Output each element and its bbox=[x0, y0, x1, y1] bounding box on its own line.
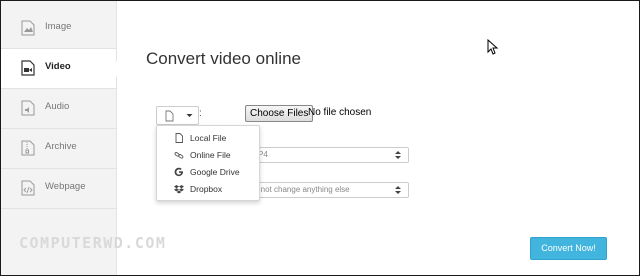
source-label-colon: : bbox=[199, 108, 202, 119]
menu-item-dropbox[interactable]: Dropbox bbox=[157, 181, 259, 197]
dropbox-icon bbox=[174, 185, 184, 194]
active-indicator bbox=[116, 61, 124, 77]
file-icon bbox=[175, 133, 183, 143]
source-dropdown-toggle[interactable] bbox=[181, 106, 199, 125]
google-icon bbox=[174, 167, 183, 177]
source-file-button[interactable] bbox=[156, 106, 182, 125]
webpage-file-icon bbox=[21, 180, 35, 196]
audio-file-icon bbox=[21, 100, 35, 116]
file-status-text: No file chosen bbox=[308, 107, 372, 118]
sidebar-item-label: Webpage bbox=[45, 181, 86, 192]
video-file-icon bbox=[21, 60, 35, 76]
sidebar-item-image[interactable]: Image bbox=[1, 9, 116, 49]
menu-item-online-file[interactable]: Online File bbox=[157, 147, 259, 163]
updown-arrows-icon bbox=[395, 186, 401, 194]
sidebar-item-archive[interactable]: Archive bbox=[1, 129, 116, 169]
link-icon bbox=[174, 152, 184, 159]
archive-file-icon bbox=[21, 140, 35, 156]
menu-item-local-file[interactable]: Local File bbox=[157, 130, 259, 146]
options-value: o not change anything else bbox=[254, 185, 350, 194]
mouse-cursor-icon bbox=[487, 39, 499, 55]
sidebar-item-label: Audio bbox=[45, 101, 70, 112]
menu-item-label: Local File bbox=[190, 133, 227, 143]
sidebar-item-audio[interactable]: Audio bbox=[1, 89, 116, 129]
image-file-icon bbox=[21, 20, 35, 36]
options-select[interactable]: o not change anything else bbox=[247, 182, 409, 198]
sidebar-item-label: Video bbox=[45, 61, 71, 72]
sidebar-item-webpage[interactable]: Webpage bbox=[1, 169, 116, 209]
watermark-logo: COMPUTERWD.COM bbox=[19, 234, 167, 252]
target-format-select[interactable]: P4 bbox=[247, 147, 409, 163]
menu-item-google-drive[interactable]: Google Drive bbox=[157, 164, 259, 180]
app-frame: Image Video Audio Archive Webpage Conver… bbox=[0, 0, 640, 276]
choose-files-button[interactable]: Choose Files bbox=[245, 105, 314, 122]
menu-item-label: Online File bbox=[190, 150, 231, 160]
page-title: Convert video online bbox=[146, 49, 301, 68]
updown-arrows-icon bbox=[395, 151, 401, 159]
caret-down-icon bbox=[186, 114, 193, 117]
convert-now-button[interactable]: Convert Now! bbox=[530, 237, 607, 260]
sidebar-item-label: Archive bbox=[45, 141, 77, 152]
sidebar-item-video[interactable]: Video bbox=[1, 49, 124, 89]
file-icon bbox=[165, 110, 174, 122]
source-dropdown-menu: Local File Online File Google Drive Drop… bbox=[156, 125, 260, 201]
sidebar-item-label: Image bbox=[45, 21, 72, 32]
menu-item-label: Google Drive bbox=[190, 167, 240, 177]
menu-item-label: Dropbox bbox=[190, 184, 223, 194]
